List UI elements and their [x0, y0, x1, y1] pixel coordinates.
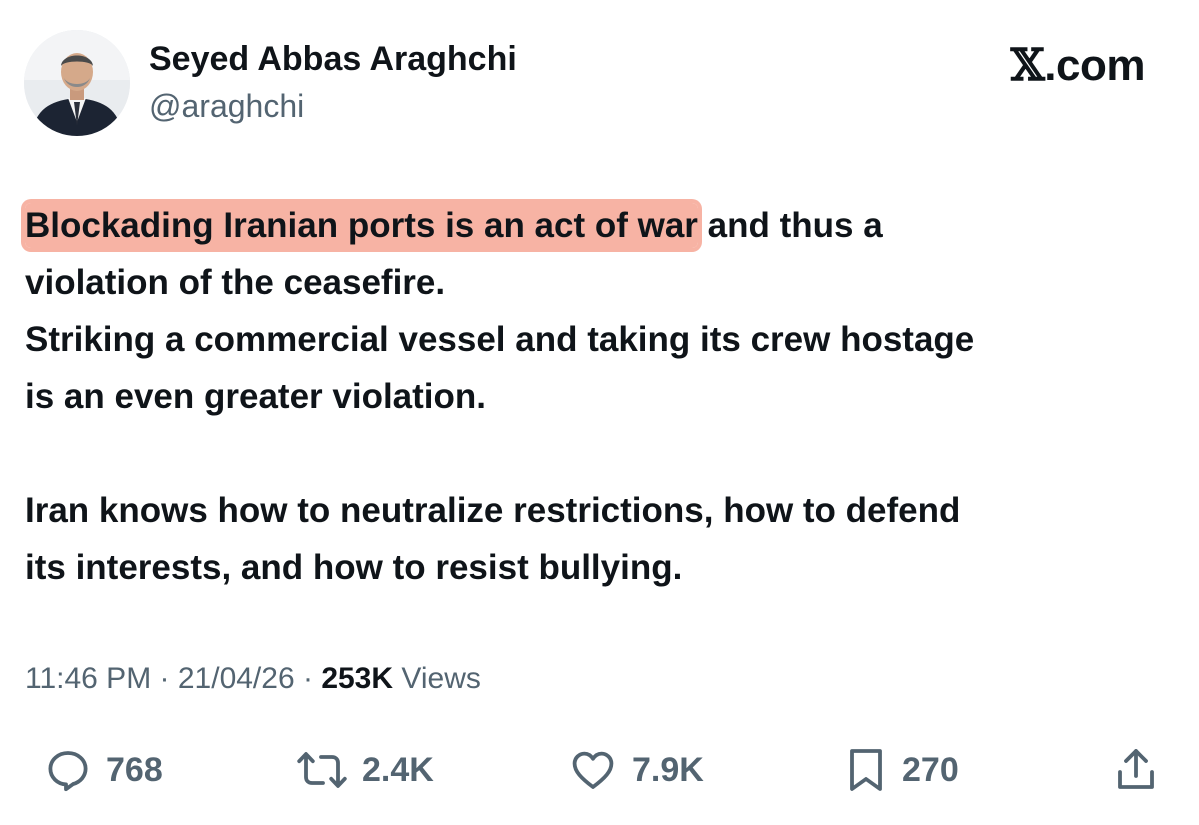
highlighted-phrase: Blockading Iranian ports is an act of wa…	[25, 203, 698, 248]
brand-domain-label: .com	[1044, 41, 1145, 90]
author-handle[interactable]: @araghchi	[149, 88, 304, 125]
heart-icon	[572, 751, 614, 789]
brand-logo: 𝕏.com	[1010, 40, 1146, 91]
share-icon	[1118, 749, 1154, 789]
tweet-meta: 11:46 PM · 21/04/26 · 253K Views	[25, 662, 481, 696]
tweet-line-1: Blockading Iranian ports is an act of wa…	[25, 197, 1175, 254]
tweet-line-4: is an even greater violation.	[25, 377, 486, 416]
x-logo-icon: 𝕏	[1010, 40, 1045, 91]
tweet-line-5: Iran knows how to neutralize restriction…	[25, 491, 961, 530]
meta-separator: ·	[151, 662, 178, 695]
share-button[interactable]	[1114, 740, 1158, 800]
author-display-name[interactable]: Seyed Abbas Araghchi	[149, 40, 517, 79]
tweet-text: Blockading Iranian ports is an act of wa…	[25, 197, 1175, 596]
reply-button[interactable]: 768	[44, 740, 163, 800]
action-bar: 768 2.4K 7.9K 270	[0, 740, 1199, 800]
reply-count: 768	[106, 750, 163, 789]
bookmark-icon	[850, 749, 882, 791]
reply-icon	[48, 751, 88, 792]
meta-separator: ·	[294, 662, 322, 695]
profile-photo	[24, 30, 130, 136]
tweet-time[interactable]: 11:46 PM	[25, 662, 151, 695]
views-label: Views	[401, 662, 481, 695]
avatar[interactable]	[24, 30, 130, 136]
tweet-line-2: violation of the ceasefire.	[25, 263, 446, 302]
bookmark-button[interactable]: 270	[844, 740, 959, 800]
tweet-line-3: Striking a commercial vessel and taking …	[25, 320, 975, 359]
bookmark-count: 270	[902, 750, 959, 789]
tweet-line-6: its interests, and how to resist bullyin…	[25, 548, 683, 587]
like-count: 7.9K	[632, 750, 704, 789]
like-button[interactable]: 7.9K	[568, 740, 704, 800]
repost-icon	[297, 752, 347, 788]
repost-count: 2.4K	[362, 750, 434, 789]
tweet-line-1-rest: and thus a	[697, 206, 883, 245]
tweet-date[interactable]: 21/04/26	[178, 662, 295, 695]
views-count: 253K	[321, 662, 394, 695]
repost-button[interactable]: 2.4K	[296, 740, 434, 800]
